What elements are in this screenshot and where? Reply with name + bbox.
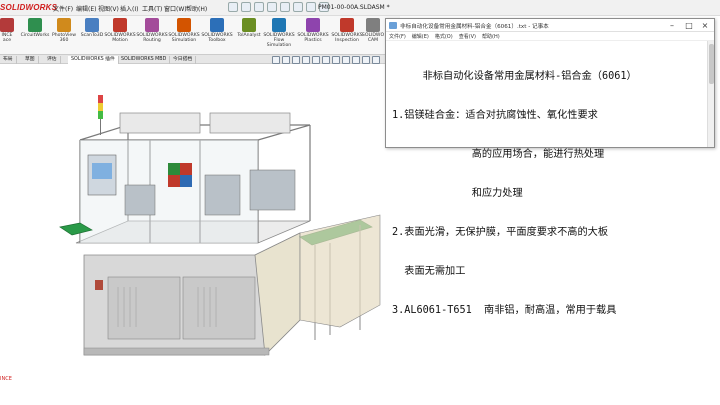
minimize-icon[interactable]: – [664,20,680,31]
tab-evaluate[interactable]: 评估 [44,56,61,64]
tower-light-green [98,111,103,119]
previous-view-icon[interactable] [292,55,300,64]
menu-tools[interactable]: 工具(T) [142,4,162,13]
toolbox-icon [210,18,224,32]
fan-filter-unit-left [119,112,201,134]
notepad-menu-edit[interactable]: 编辑(E) [412,33,429,40]
notepad-menu-file[interactable]: 文件(F) [389,33,406,40]
display-style-icon[interactable] [332,55,340,64]
menu-help[interactable]: 帮助(H) [186,4,207,13]
zoom-area-icon[interactable] [282,55,290,64]
open-folder-icon[interactable] [254,2,264,12]
solidworks-window: SOLIDWORKS 文件(F) 编辑(E) 视图(V) 插入(I) 工具(T)… [0,0,720,405]
cabinet-door-right [182,276,256,340]
notepad-title: 非标自动化设备常用金属材料-铝合金（6061）.txt - 记事本 [400,24,549,30]
solidworks-logo: SOLIDWORKS [0,3,58,12]
notepad-window[interactable]: 非标自动化设备常用金属材料-铝合金（6061）.txt - 记事本 – □ × … [385,18,715,316]
notepad-text-area[interactable]: 非标自动化设备常用金属材料-铝合金（6061） 1.铝镁硅合金：适合对抗腐蚀性、… [386,41,714,316]
photoview-icon [57,18,71,32]
section-view-icon[interactable] [302,55,310,64]
fan-filter-unit-right [209,112,291,134]
notepad-line: 表面无需加工 [392,266,466,277]
inspection-icon [340,18,354,32]
cabinet-door-left [107,276,181,340]
scanto3d-icon [85,18,99,32]
appearance-icon[interactable] [352,55,360,64]
notepad-titlebar[interactable]: 非标自动化设备常用金属材料-铝合金（6061）.txt - 记事本 – □ × [386,19,714,32]
tower-light-red [98,95,103,103]
print-icon[interactable] [280,2,290,12]
routing-icon [145,18,159,32]
tab-partner[interactable]: 今日搭档 [170,56,197,64]
document-title: PM01-00-00A.SLDASM * [318,4,390,11]
zoom-fit-icon[interactable] [272,55,280,64]
notepad-menu-format[interactable]: 格式(O) [435,33,453,40]
ince-icon [0,18,14,32]
select-arrow-icon[interactable] [306,2,316,12]
tab-sketch[interactable]: 草图 [22,56,39,64]
tab-addins[interactable]: SOLIDWORKS 插件 [68,56,119,64]
view-settings-icon[interactable] [372,55,380,64]
notepad-icon [389,22,397,29]
new-file-icon[interactable] [241,2,251,12]
circuitworks-icon [28,18,42,32]
home-icon[interactable] [228,2,238,12]
menu-edit[interactable]: 编辑(E) [76,4,96,13]
notepad-line: 2.表面光滑，无保护膜，平面度要求不高的大板 [392,227,609,238]
tab-mbd[interactable]: SOLIDWORKS MBD [118,56,171,64]
cam-icon [366,18,380,32]
notepad-menu-bar: 文件(F) 编辑(E) 格式(O) 查看(V) 帮助(H) [386,32,714,41]
notepad-line: 3.AL6061-T651 南非铝，耐高温，常用于载具 [392,305,617,316]
hide-show-icon[interactable] [342,55,350,64]
notepad-menu-view[interactable]: 查看(V) [459,33,476,40]
power-switch [95,280,103,290]
maximize-icon[interactable]: □ [681,20,697,31]
dynamic-annotation-icon[interactable] [312,55,320,64]
simulation-icon [177,18,191,32]
module-red-2 [168,175,180,187]
tool-cam[interactable]: SOLIDWO CAM [358,18,388,43]
heads-up-view-toolbar [272,54,387,65]
notepad-line: 1.铝镁硅合金：适合对抗腐蚀性、氧化性要求 [392,110,598,121]
plastics-icon [306,18,320,32]
menu-view[interactable]: 视图(V) [98,4,119,13]
hmi-screen [92,163,112,179]
notepad-line: 和应力处理 [392,188,523,199]
tool-label: SOLIDWO CAM [361,33,385,43]
scrollbar-thumb[interactable] [709,44,714,84]
view-orientation-icon[interactable] [322,55,330,64]
motion-icon [113,18,127,32]
tab-layout[interactable]: 布局 [0,56,17,64]
corner-mark: INCE [0,376,12,382]
notepad-menu-help[interactable]: 帮助(H) [482,33,500,40]
save-icon[interactable] [267,2,277,12]
module-red [180,163,192,175]
tolanalyst-icon [242,18,256,32]
flow-simulation-icon [272,18,286,32]
command-manager: INCE ace CircuitWorks PhotoView 360 Scan… [0,16,400,54]
scene-icon[interactable] [362,55,370,64]
menu-window[interactable]: 窗口(W) [164,4,187,13]
tower-light-yellow [98,103,103,111]
menu-bar: SOLIDWORKS 文件(F) 编辑(E) 视图(V) 插入(I) 工具(T)… [0,0,720,16]
quick-access-toolbar [228,2,329,14]
menu-file[interactable]: 文件(F) [53,4,73,13]
undo-icon[interactable] [293,2,303,12]
notepad-line: 非标自动化设备常用金属材料-铝合金（6061） [392,71,637,82]
notepad-line: 高的应用场合，能进行热处理 [392,149,605,160]
notepad-scrollbar[interactable] [707,41,714,147]
module-green [168,163,180,175]
module-blue [180,175,192,187]
side-cabinet [299,214,381,328]
cabinet-base [83,347,270,356]
menu-insert[interactable]: 插入(I) [120,4,138,13]
close-icon[interactable]: × [697,20,713,31]
